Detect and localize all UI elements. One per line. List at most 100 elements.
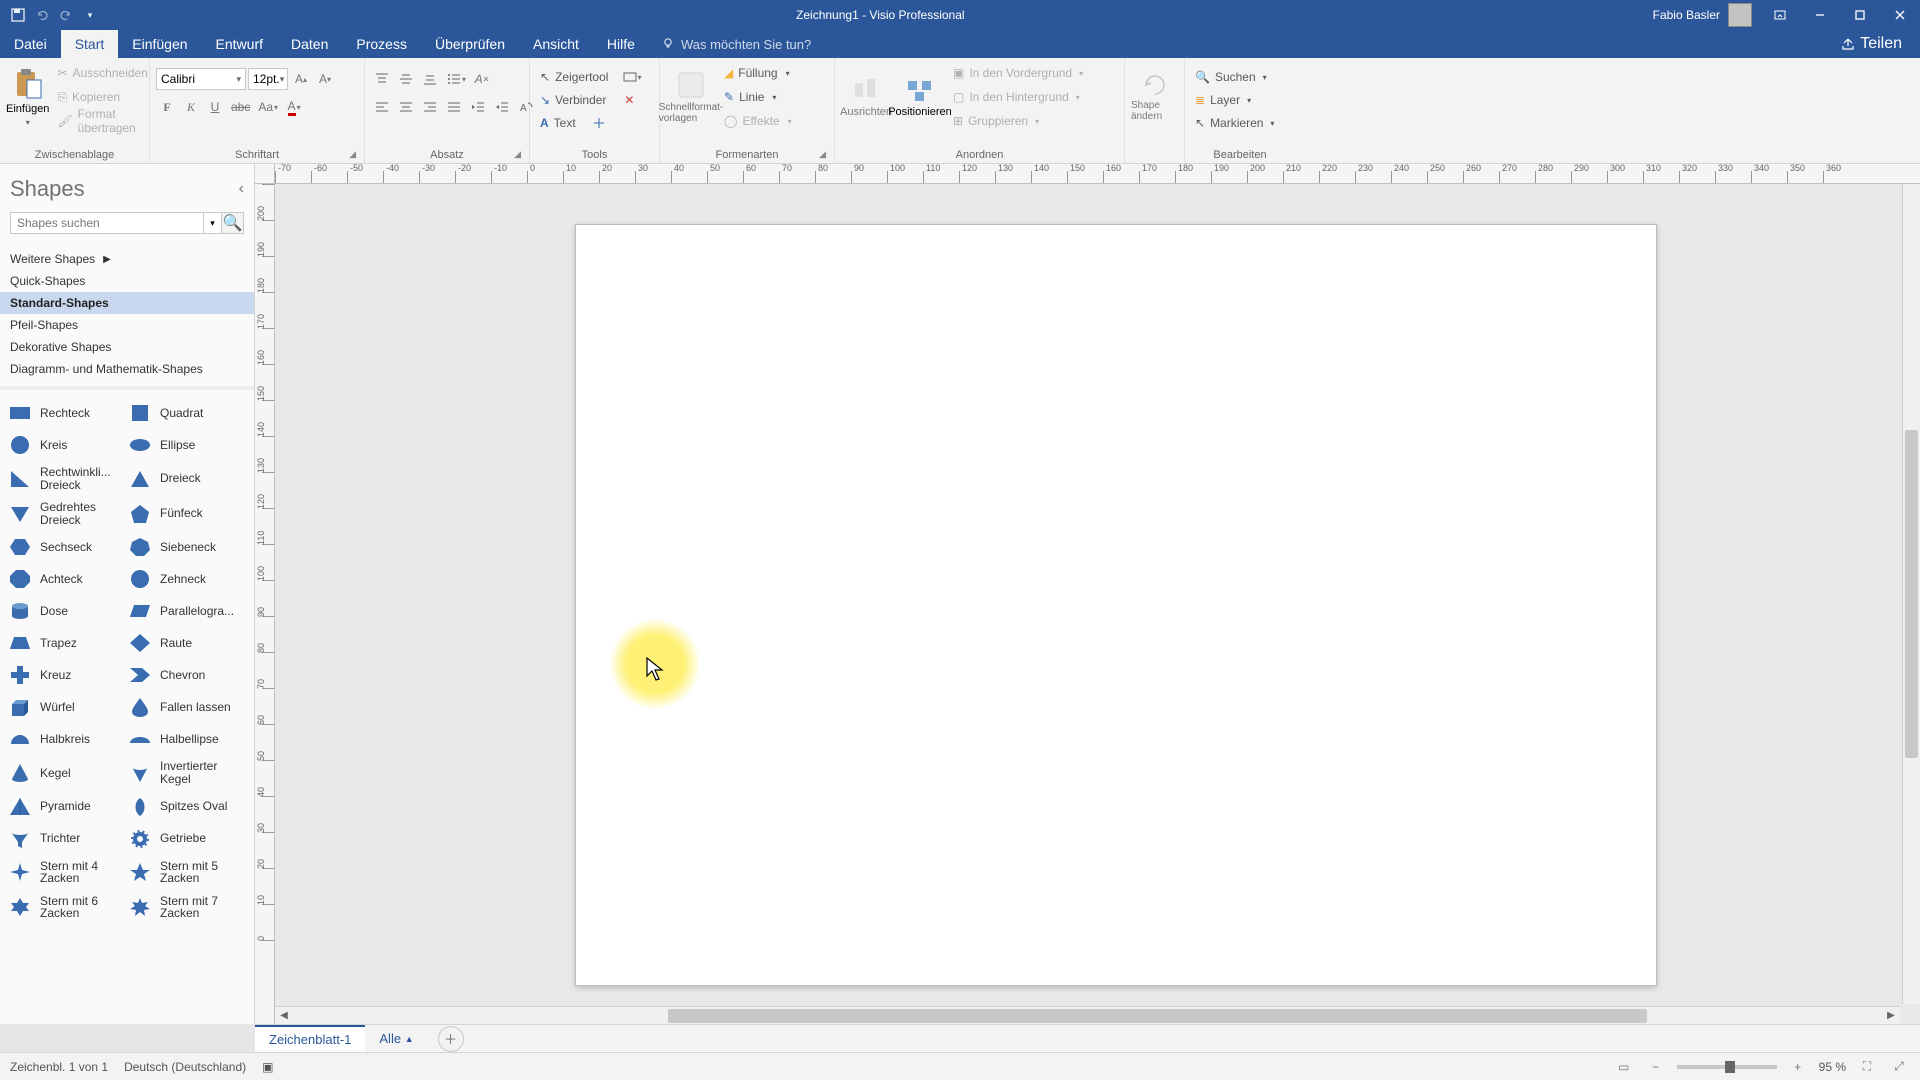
shape-item[interactable]: Fünfeck — [128, 499, 246, 528]
h-scroll-thumb[interactable] — [668, 1009, 1646, 1023]
paste-button[interactable]: Einfügen ▾ — [6, 62, 49, 132]
search-options-icon[interactable]: ▾ — [204, 212, 222, 234]
ruler-corner[interactable] — [255, 164, 275, 184]
stencil-item[interactable]: Dekorative Shapes — [0, 336, 254, 358]
font-color-button[interactable]: A▾ — [283, 96, 305, 118]
shape-item[interactable]: Sechseck — [8, 534, 126, 560]
stencil-item[interactable]: Diagramm- und Mathematik-Shapes — [0, 358, 254, 380]
presentation-mode-icon[interactable]: ▭ — [1613, 1057, 1635, 1077]
tab-ansicht[interactable]: Ansicht — [519, 30, 593, 58]
drawing-page[interactable] — [575, 224, 1657, 986]
tell-me-search[interactable]: Was möchten Sie tun? — [661, 30, 811, 58]
align-bottom-button[interactable] — [419, 68, 441, 90]
connector-tool-button[interactable]: ↘Verbinder — [536, 89, 610, 111]
share-button[interactable]: Teilen — [1823, 35, 1920, 53]
search-go-icon[interactable]: 🔍 — [222, 212, 244, 234]
shape-item[interactable]: Quadrat — [128, 400, 246, 426]
shape-item[interactable]: Halbellipse — [128, 726, 246, 752]
change-case-button[interactable]: Aa▾ — [255, 96, 281, 118]
decrease-indent-button[interactable] — [467, 96, 489, 118]
align-right-button[interactable] — [419, 96, 441, 118]
align-left-button[interactable] — [371, 96, 393, 118]
tab-überprüfen[interactable]: Überprüfen — [421, 30, 519, 58]
vertical-ruler[interactable]: 2102001901801701601501401301201101009080… — [255, 184, 275, 1024]
shape-item[interactable]: Spitzes Oval — [128, 794, 246, 820]
text-tool-button[interactable]: AText — [536, 112, 580, 134]
select-button[interactable]: ↖Markieren▾ — [1191, 112, 1278, 134]
zoom-slider[interactable] — [1677, 1065, 1777, 1069]
shape-item[interactable]: Gedrehtes Dreieck — [8, 499, 126, 528]
shape-item[interactable]: Pyramide — [8, 794, 126, 820]
underline-button[interactable]: U — [204, 96, 226, 118]
zoom-in-icon[interactable]: + — [1787, 1057, 1809, 1077]
shape-item[interactable]: Parallelogra... — [128, 598, 246, 624]
position-button[interactable]: Positionieren — [895, 62, 945, 132]
dialog-launcher-icon[interactable]: ◢ — [819, 149, 826, 160]
ribbon-options-icon[interactable] — [1760, 0, 1800, 30]
shrink-font-button[interactable]: A▾ — [314, 68, 336, 90]
vertical-scrollbar[interactable] — [1902, 184, 1920, 1004]
shape-item[interactable]: Stern mit 6 Zacken — [8, 893, 126, 922]
shape-item[interactable]: Dose — [8, 598, 126, 624]
sheet-tab-all[interactable]: Alle ▲ — [365, 1025, 427, 1052]
scroll-left-icon[interactable]: ◀ — [275, 1010, 293, 1021]
minimize-icon[interactable] — [1800, 0, 1840, 30]
shape-item[interactable]: Fallen lassen — [128, 694, 246, 720]
cut-button[interactable]: ✂Ausschneiden — [53, 62, 151, 84]
shape-item[interactable]: Rechtwinkli... Dreieck — [8, 464, 126, 493]
send-back-button[interactable]: ▢In den Hintergrund▾ — [949, 86, 1087, 108]
shape-item[interactable]: Ellipse — [128, 432, 246, 458]
effects-button[interactable]: ◯Effekte▾ — [720, 110, 796, 132]
clear-format-button[interactable]: A✕ — [471, 68, 493, 90]
pointer-tool-button[interactable]: ↖Zeigertool — [536, 66, 612, 88]
layer-button[interactable]: ≣Layer▾ — [1191, 89, 1255, 111]
bold-button[interactable]: F — [156, 96, 178, 118]
format-painter-button[interactable]: 🖌Format übertragen — [53, 110, 151, 132]
stencil-item[interactable]: Pfeil-Shapes — [0, 314, 254, 336]
undo-icon[interactable] — [32, 5, 52, 25]
drawing-surface[interactable] — [275, 184, 1900, 1004]
shape-item[interactable]: Stern mit 7 Zacken — [128, 893, 246, 922]
shape-item[interactable]: Kreis — [8, 432, 126, 458]
zoom-slider-thumb[interactable] — [1725, 1061, 1735, 1073]
tab-prozess[interactable]: Prozess — [342, 30, 421, 58]
shape-item[interactable]: Rechteck — [8, 400, 126, 426]
scroll-right-icon[interactable]: ▶ — [1882, 1010, 1900, 1021]
justify-button[interactable] — [443, 96, 465, 118]
fill-button[interactable]: ◢Füllung▾ — [720, 62, 796, 84]
sheet-tab-active[interactable]: Zeichenblatt-1 — [255, 1025, 365, 1052]
shape-item[interactable]: Halbkreis — [8, 726, 126, 752]
connection-point-button[interactable] — [588, 112, 610, 134]
more-shapes-item[interactable]: Weitere Shapes ▶ — [0, 248, 254, 270]
delete-connector-button[interactable]: ✕ — [618, 89, 640, 111]
quick-styles-button[interactable]: Schnellformat-vorlagen — [666, 62, 716, 132]
shape-item[interactable]: Raute — [128, 630, 246, 656]
add-sheet-button[interactable]: ＋ — [438, 1026, 464, 1052]
v-scroll-thumb[interactable] — [1905, 430, 1918, 758]
full-screen-icon[interactable]: ⤢ — [1888, 1057, 1910, 1077]
rectangle-tool-button[interactable]: ▾ — [620, 66, 644, 88]
shape-item[interactable]: Stern mit 4 Zacken — [8, 858, 126, 887]
tab-einfügen[interactable]: Einfügen — [118, 30, 201, 58]
stencil-item[interactable]: Standard-Shapes — [0, 292, 254, 314]
tab-file[interactable]: Datei — [0, 30, 61, 58]
zoom-out-icon[interactable]: − — [1645, 1057, 1667, 1077]
dialog-launcher-icon[interactable]: ◢ — [514, 149, 521, 160]
tab-hilfe[interactable]: Hilfe — [593, 30, 649, 58]
shape-item[interactable]: Würfel — [8, 694, 126, 720]
shape-item[interactable]: Stern mit 5 Zacken — [128, 858, 246, 887]
horizontal-ruler[interactable]: -70-60-50-40-30-20-100102030405060708090… — [275, 164, 1920, 184]
tab-start[interactable]: Start — [61, 30, 119, 58]
redo-icon[interactable] — [56, 5, 76, 25]
shape-item[interactable]: Dreieck — [128, 464, 246, 493]
avatar[interactable] — [1728, 3, 1752, 27]
shapes-search-input[interactable] — [10, 212, 204, 234]
find-button[interactable]: 🔍Suchen▾ — [1191, 66, 1271, 88]
grow-font-button[interactable]: A▴ — [290, 68, 312, 90]
stencil-item[interactable]: Quick-Shapes — [0, 270, 254, 292]
align-middle-button[interactable] — [395, 68, 417, 90]
copy-button[interactable]: ⎘Kopieren — [53, 86, 151, 108]
close-icon[interactable] — [1880, 0, 1920, 30]
font-size-combo[interactable]: 12pt.▾ — [248, 68, 288, 90]
maximize-icon[interactable] — [1840, 0, 1880, 30]
